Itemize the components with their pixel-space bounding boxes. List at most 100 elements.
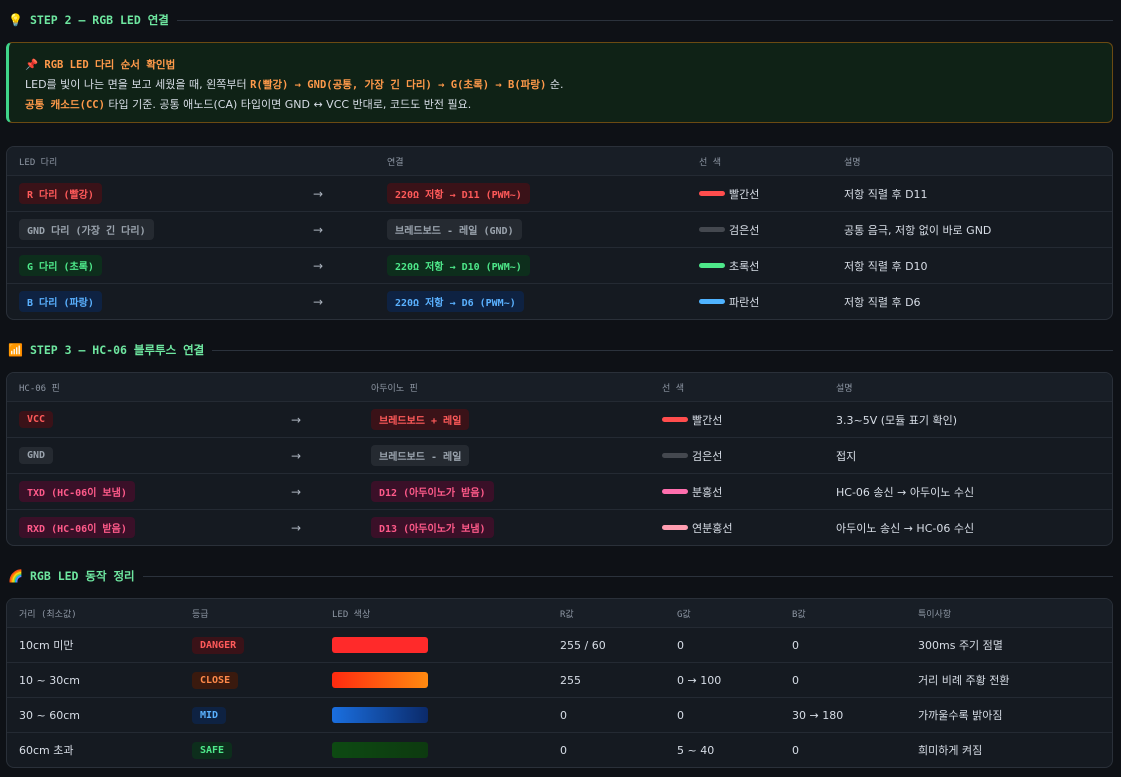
b-value: 0 [792,743,799,757]
table-row: VCC → 브레드보드 + 레일 빨간선 3.3~5V (모듈 표기 확인) [7,401,1112,437]
pin-cell: VCC [19,402,54,437]
pin-badge: R 다리 (빨강) [19,183,102,204]
wire-label: 분홍선 [692,485,723,499]
description: 3.3~5V (모듈 표기 확인) [836,413,958,427]
conn-cell: 브레드보드 + 레일 [371,402,470,437]
wire-color-swatch [662,489,688,494]
led-color-swatch [332,672,428,688]
b-value: 0 [792,673,799,687]
connection-badge: 브레드보드 - 레일 (GND) [387,219,522,240]
divider [176,19,1113,21]
divider [212,349,1113,351]
col-header: G값 [677,609,691,620]
pin-cell: GND [19,438,54,473]
grade-cell: CLOSE [192,663,239,697]
col-header: R값 [560,609,574,620]
arrow-icon: → [313,294,324,309]
arrow-icon: → [313,186,324,201]
rainbow-icon: 🌈 [8,569,23,583]
step3-title: STEP 3 — HC-06 블루투스 연결 [30,343,205,357]
col-header: B값 [792,609,806,620]
note-line-1: LED를 빛이 나는 면을 보고 세웠을 때, 왼쪽부터 R(빨강) → GND… [25,75,1096,95]
table-row: RXD (HC-06이 받음) → D13 (아두이노가 보냄) 연분홍선 아두이노 송… [7,509,1112,545]
grade-cell: DANGER [192,628,245,662]
note-text: 순. [546,78,564,91]
r-value: 0 [560,708,567,722]
wire-cell: 검은선 [699,212,759,247]
pin-badge: G 다리 (초록) [19,255,102,276]
pin-cell: G 다리 (초록) [19,248,102,283]
wire-color-swatch [699,191,725,196]
connection-badge: 220Ω 저항 → D10 (PWM~) [387,255,530,276]
b-value: 30 → 180 [792,708,844,722]
remark: 300ms 주기 점멸 [918,639,1003,652]
wire-color-swatch [662,525,688,530]
led-wiring-table: LED 다리 연결 선 색 설명 R 다리 (빨강) → 220Ω 저항 → D11… [6,146,1113,320]
summary-title: RGB LED 동작 정리 [30,569,135,583]
wire-color-swatch [662,453,688,458]
col-header: 연결 [387,157,404,168]
wire-label: 연분홍선 [692,521,733,535]
pin-badge: GND 다리 (가장 긴 다리) [19,219,154,240]
connection-badge: 220Ω 저항 → D6 (PWM~) [387,291,524,312]
grade-badge: DANGER [192,636,245,654]
conn-cell: 브레드보드 - 레일 (GND) [387,212,522,247]
description: HC-06 송신 → 아두이노 수신 [836,485,975,499]
wire-cell: 초록선 [699,248,759,283]
led-color-cell [332,733,428,767]
note-text: 타입 기준. 공통 애노드(CA) 타입이면 GND ↔ VCC 반대로, 코드… [104,98,472,111]
pin-badge: RXD (HC-06이 받음) [19,517,135,538]
col-header: 특이사항 [918,609,952,620]
r-value: 255 / 60 [560,638,606,652]
conn-cell: 220Ω 저항 → D6 (PWM~) [387,284,524,319]
conn-cell: 브레드보드 - 레일 [371,438,470,473]
step3-header: 📶 STEP 3 — HC-06 블루투스 연결 [8,342,1113,358]
description: 공통 음극, 저항 없이 바로 GND [844,223,992,237]
grade-cell: MID [192,698,227,732]
wire-cell: 연분홍선 [662,510,732,545]
note-highlight: R(빨강) → GND(공통, 가장 긴 다리) → G(초록) → B(파랑) [250,79,547,91]
pin-cell: TXD (HC-06이 보냄) [19,474,135,509]
conn-cell: D13 (아두이노가 보냄) [371,510,494,545]
arrow-icon: → [291,448,302,463]
pin-badge: VCC [19,411,54,428]
table-header: 거리 (최소값) 등급 LED 색상 R값 G값 B값 특이사항 [7,599,1112,627]
led-color-swatch [332,742,428,758]
remark: 가까울수록 밝아짐 [918,709,1003,722]
col-header: HC-06 핀 [19,383,60,394]
distance: 60cm 초과 [19,744,74,757]
wire-label: 검은선 [692,449,723,463]
connection-badge: 브레드보드 + 레일 [371,409,470,430]
wire-color-swatch [699,299,725,304]
description: 접지 [836,449,857,463]
r-value: 0 [560,743,567,757]
b-value: 0 [792,638,799,652]
g-value: 0 [677,708,684,722]
connection-badge: 브레드보드 - 레일 [371,445,470,466]
table-header: LED 다리 연결 선 색 설명 [7,147,1112,175]
led-color-cell [332,698,428,732]
pin-cell: B 다리 (파랑) [19,284,102,319]
note-line-2: 공통 캐소드(CC) 타입 기준. 공통 애노드(CA) 타입이면 GND ↔ … [25,95,1096,115]
pin-badge: GND [19,447,54,464]
pin-cell: R 다리 (빨강) [19,176,102,211]
description: 저항 직렬 후 D11 [844,187,928,201]
pin-badge: B 다리 (파랑) [19,291,102,312]
g-value: 5 ~ 40 [677,743,715,757]
hc06-wiring-table: HC-06 핀 아두이노 핀 선 색 설명 VCC → 브레드보드 + 레일 빨간선 3… [6,372,1113,546]
col-header: 선 색 [662,383,684,394]
wire-label: 검은선 [729,223,760,237]
table-row: 30 ~ 60cm MID 0 0 30 → 180 가까울수록 밝아짐 [7,697,1112,732]
g-value: 0 [677,638,684,652]
arrow-icon: → [313,222,324,237]
wire-label: 초록선 [729,259,760,273]
table-row: 10cm 미만 DANGER 255 / 60 0 0 300ms 주기 점멸 [7,627,1112,662]
wire-color-swatch [699,263,725,268]
note-title: 📌 RGB LED 다리 순서 확인법 [25,59,176,71]
wire-color-swatch [699,227,725,232]
conn-cell: 220Ω 저항 → D11 (PWM~) [387,176,530,211]
distance: 10 ~ 30cm [19,673,80,687]
grade-badge: MID [192,706,227,724]
conn-cell: D12 (아두이노가 받음) [371,474,494,509]
note-text: LED를 빛이 나는 면을 보고 세웠을 때, 왼쪽부터 [25,78,251,91]
